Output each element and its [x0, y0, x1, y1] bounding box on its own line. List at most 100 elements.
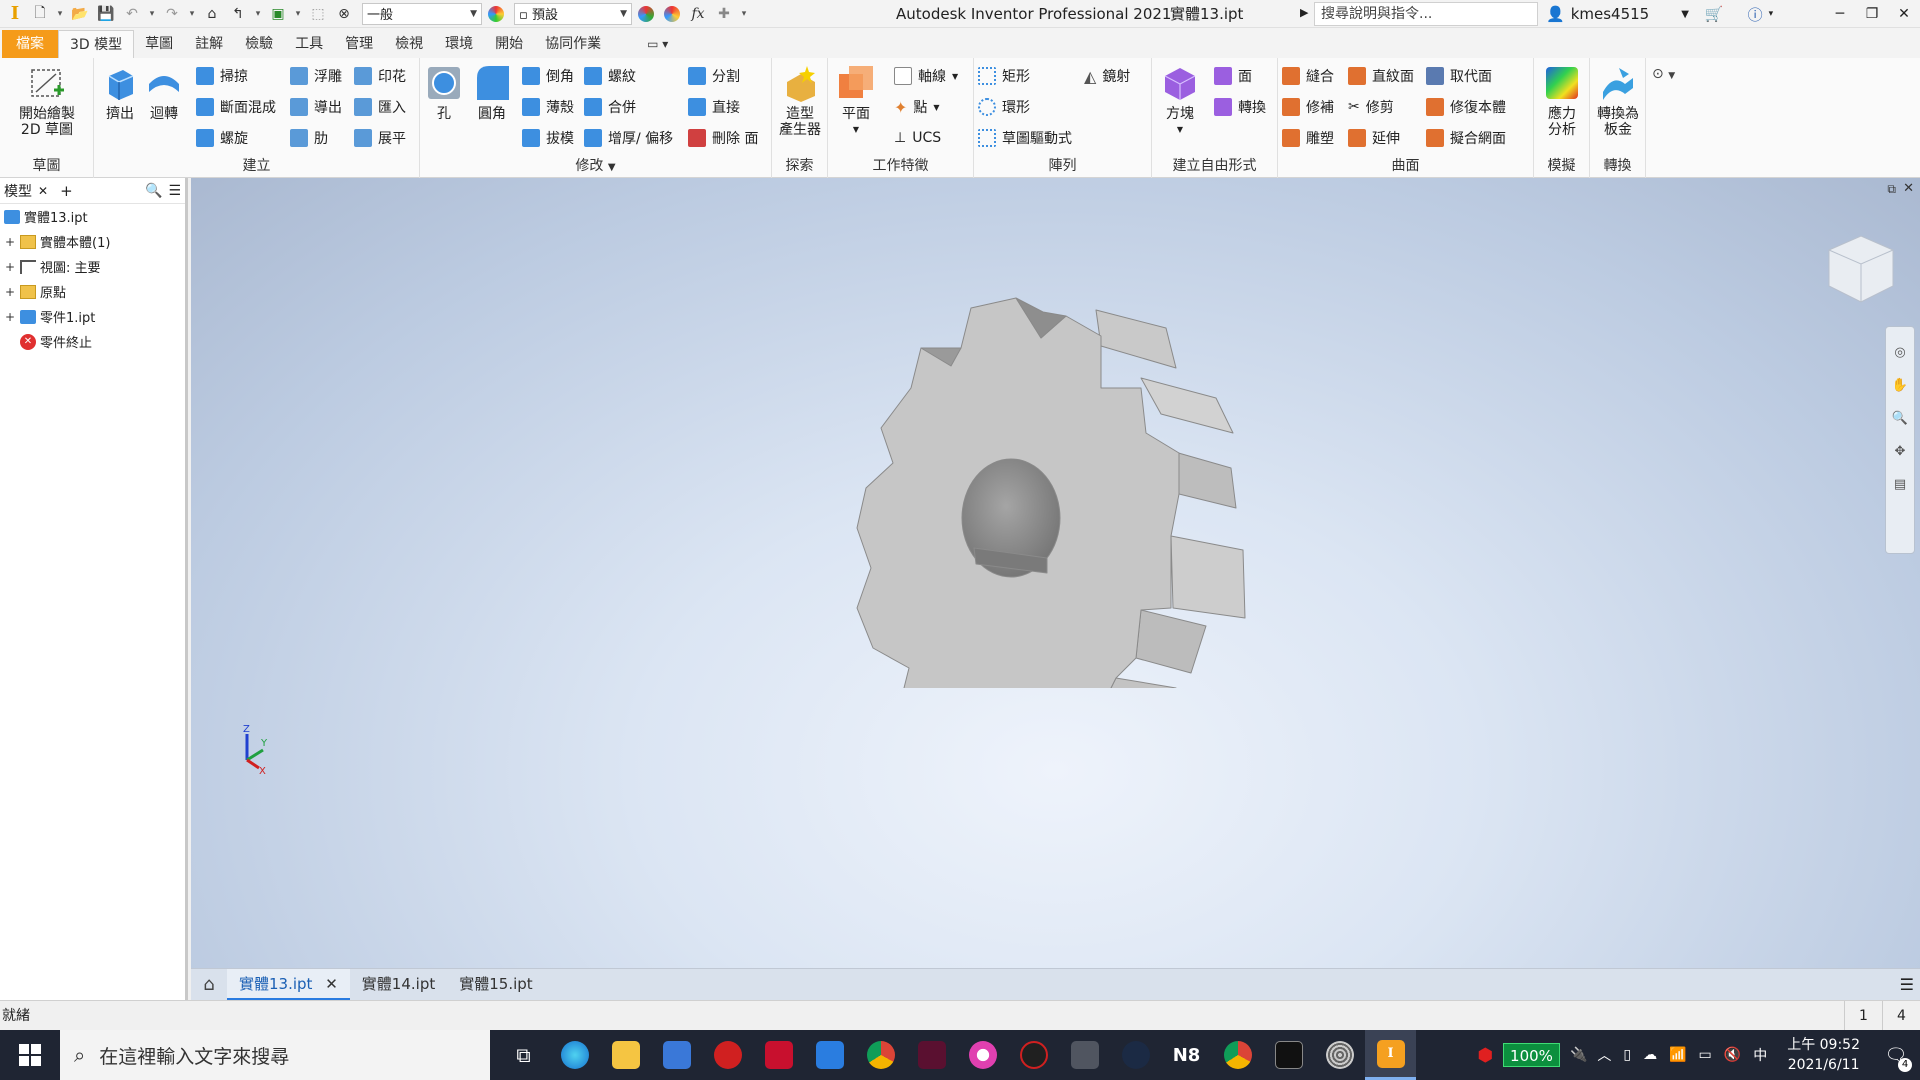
- help-icon[interactable]: ⓘ: [1748, 4, 1763, 25]
- doc-tab-active[interactable]: 實體13.ipt ✕: [227, 968, 350, 1001]
- ribbon-options-button[interactable]: ⊙ ▼: [1652, 66, 1675, 82]
- convert-to-sheet-metal-button[interactable]: 轉換為 板金: [1596, 64, 1640, 138]
- update-icon[interactable]: ▣: [266, 3, 290, 25]
- hole-button[interactable]: 孔: [424, 64, 464, 122]
- import-button[interactable]: 匯入: [354, 96, 406, 118]
- thread-button[interactable]: 螺紋: [584, 65, 636, 87]
- expand-icon[interactable]: +: [4, 260, 16, 274]
- n8-icon[interactable]: N8: [1161, 1030, 1212, 1080]
- customize-icon[interactable]: ▾: [738, 3, 750, 25]
- home-icon[interactable]: ⌂: [200, 3, 224, 25]
- terminal-icon[interactable]: [1263, 1030, 1314, 1080]
- ime-indicator[interactable]: 中: [1753, 1045, 1767, 1065]
- battery-icon[interactable]: ▭: [1699, 1047, 1712, 1063]
- steering-wheel-icon[interactable]: ◎: [1894, 345, 1905, 360]
- combine-button[interactable]: 合併: [584, 96, 636, 118]
- notification-center[interactable]: 🗨 4: [1872, 1030, 1920, 1080]
- tree-item-root[interactable]: 實體13.ipt: [0, 204, 185, 229]
- orbit-icon[interactable]: ✥: [1895, 444, 1906, 459]
- derive-button[interactable]: 導出: [290, 96, 342, 118]
- rib-button[interactable]: 肋: [290, 127, 328, 149]
- direct-edit-button[interactable]: 直接: [688, 96, 740, 118]
- tree-item-end-of-part[interactable]: ✕ 零件終止: [0, 329, 185, 354]
- stress-analysis-button[interactable]: 應力 分析: [1540, 64, 1584, 138]
- stitch-button[interactable]: 縫合: [1282, 65, 1334, 87]
- file-explorer-icon[interactable]: [600, 1030, 651, 1080]
- close-icon[interactable]: ✕: [38, 184, 48, 198]
- app-icon[interactable]: [906, 1030, 957, 1080]
- ruled-surface-button[interactable]: 直紋面: [1348, 65, 1414, 87]
- sweep-button[interactable]: 掃掠: [196, 65, 248, 87]
- shell-button[interactable]: 薄殼: [522, 96, 574, 118]
- adjust-appearance-icon[interactable]: [634, 3, 658, 25]
- gear-model[interactable]: [811, 268, 1291, 688]
- edge-icon[interactable]: [549, 1030, 600, 1080]
- unwrap-button[interactable]: 展平: [354, 127, 406, 149]
- wifi-icon[interactable]: 📶: [1669, 1047, 1686, 1063]
- chevron-down-icon[interactable]: ▾: [1769, 9, 1774, 19]
- clock[interactable]: 上午 09:52 2021/6/11: [1775, 1035, 1872, 1075]
- start-button[interactable]: [0, 1030, 60, 1080]
- inventor-taskbar-icon[interactable]: I: [1365, 1030, 1416, 1080]
- mail-icon[interactable]: [804, 1030, 855, 1080]
- tab-3d-model[interactable]: 3D 模型: [58, 30, 135, 58]
- sketch-driven-pattern-button[interactable]: 草圖驅動式: [978, 127, 1072, 149]
- patch-button[interactable]: 修補: [1282, 96, 1334, 118]
- coil-button[interactable]: 螺旋: [196, 127, 248, 149]
- extend-button[interactable]: 延伸: [1348, 127, 1400, 149]
- open-folder-icon[interactable]: 📂: [68, 3, 92, 25]
- restore-window-icon[interactable]: ⧉: [1887, 182, 1896, 197]
- doc-tab[interactable]: 實體15.ipt: [447, 969, 544, 1001]
- freeform-box-button[interactable]: 方塊 ▼: [1158, 64, 1202, 138]
- emboss-button[interactable]: 浮雕: [290, 65, 342, 87]
- menu-icon[interactable]: ☰: [168, 183, 181, 199]
- rectangular-pattern-button[interactable]: 矩形: [978, 65, 1030, 87]
- viewcube[interactable]: [1821, 228, 1895, 310]
- restore-icon[interactable]: ❐: [1856, 0, 1888, 28]
- color-sphere-icon[interactable]: [484, 3, 508, 25]
- app-icon[interactable]: [1314, 1030, 1365, 1080]
- battery-percent[interactable]: 100%: [1503, 1043, 1560, 1067]
- decal-button[interactable]: 印花: [354, 65, 406, 87]
- chevron-down-icon[interactable]: ▾: [186, 3, 198, 25]
- expand-icon[interactable]: +: [4, 285, 16, 299]
- fillet-button[interactable]: 圓角: [472, 64, 512, 122]
- axis-button[interactable]: 軸線 ▼: [894, 65, 958, 87]
- phone-icon[interactable]: ▯: [1623, 1047, 1631, 1063]
- app-icon[interactable]: [1059, 1030, 1110, 1080]
- tab-tools[interactable]: 工具: [284, 30, 334, 58]
- delete-face-button[interactable]: 刪除 面: [688, 127, 758, 149]
- tree-item-part1[interactable]: + 零件1.ipt: [0, 304, 185, 329]
- tab-sketch[interactable]: 草圖: [134, 30, 184, 58]
- chevron-down-icon[interactable]: ▾: [54, 3, 66, 25]
- chrome-icon[interactable]: [1212, 1030, 1263, 1080]
- ucs-button[interactable]: ⊥ UCS: [894, 127, 941, 149]
- tray-app-icon[interactable]: ⬢: [1477, 1045, 1493, 1066]
- user-account[interactable]: 👤 kmes4515 ▼ 🛒 ⓘ ▾: [1546, 0, 1773, 28]
- zoom-icon[interactable]: 🔍: [1892, 411, 1908, 426]
- loft-button[interactable]: 斷面混成: [196, 96, 276, 118]
- itunes-icon[interactable]: [957, 1030, 1008, 1080]
- app-icon[interactable]: [1008, 1030, 1059, 1080]
- taskbar-search-input[interactable]: ⌕ 在這裡輸入文字來搜尋: [60, 1030, 490, 1080]
- clear-appearance-icon[interactable]: [660, 3, 684, 25]
- menu-icon[interactable]: ☰: [1900, 975, 1914, 994]
- onedrive-icon[interactable]: ☁: [1643, 1047, 1657, 1063]
- chevron-down-icon[interactable]: ▾: [252, 3, 264, 25]
- select-icon[interactable]: ⬚: [306, 3, 330, 25]
- cart-icon[interactable]: 🛒: [1705, 5, 1724, 23]
- chevron-right-icon[interactable]: ▶: [1300, 6, 1308, 19]
- tab-get-started[interactable]: 開始: [484, 30, 534, 58]
- freeform-face-button[interactable]: 面: [1214, 65, 1252, 87]
- draft-button[interactable]: 拔模: [522, 127, 574, 149]
- app-red-icon[interactable]: [702, 1030, 753, 1080]
- plus-icon[interactable]: ✚: [712, 3, 736, 25]
- minimize-icon[interactable]: ─: [1824, 0, 1856, 28]
- save-icon[interactable]: 💾: [94, 3, 118, 25]
- shape-generator-button[interactable]: 造型 產生器: [776, 64, 824, 138]
- style-select[interactable]: 一般 ▼: [362, 2, 482, 25]
- graphics-viewport[interactable]: ⧉ ✕ ◎ ✋ 🔍 ✥ ▤ Z Y X: [191, 178, 1920, 968]
- mcafee-icon[interactable]: [753, 1030, 804, 1080]
- tab-environments[interactable]: 環境: [434, 30, 484, 58]
- start-2d-sketch-button[interactable]: 開始繪製 2D 草圖: [12, 64, 82, 138]
